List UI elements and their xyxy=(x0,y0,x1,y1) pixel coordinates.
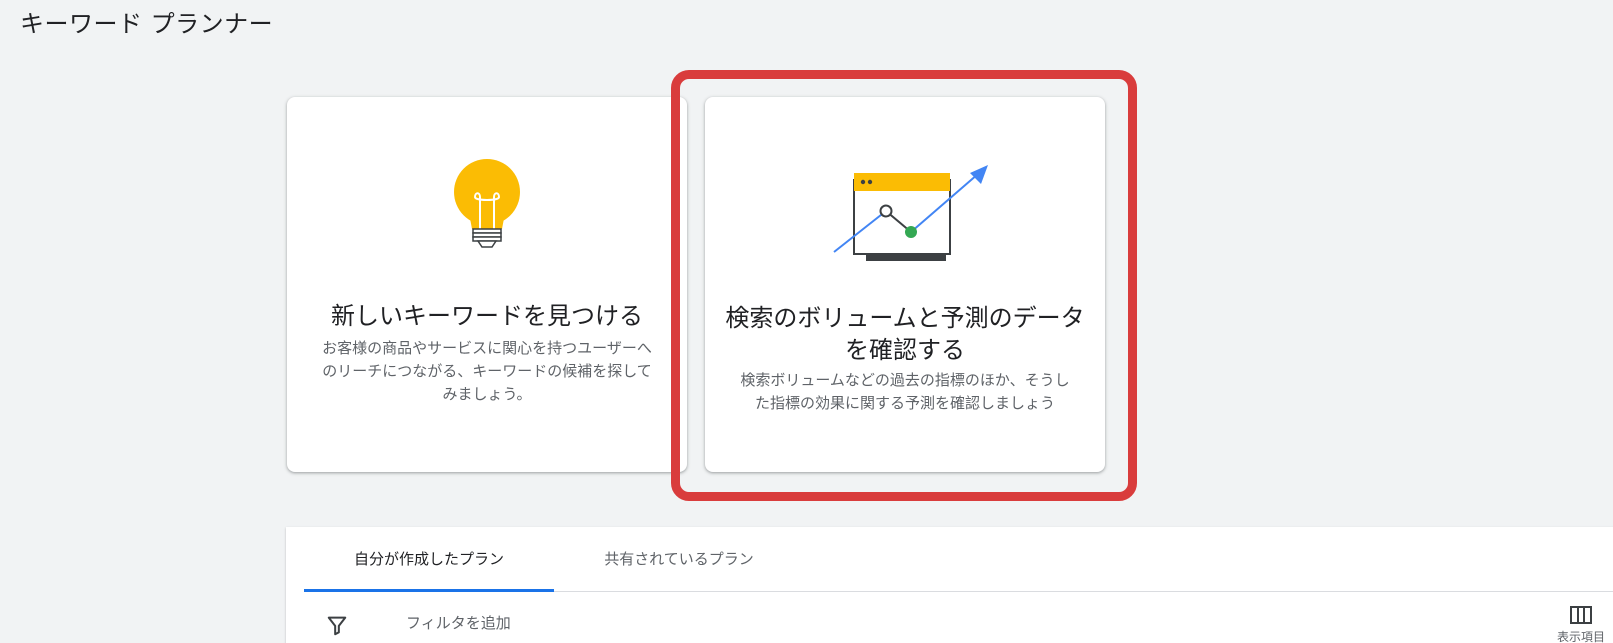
tab-my-plans[interactable]: 自分が作成したプラン xyxy=(304,527,554,592)
discover-keywords-heading: 新しいキーワードを見つける xyxy=(331,302,643,330)
discover-keywords-card[interactable]: 新しいキーワードを見つける お客様の商品やサービスに関心を持つユーザーへのリーチ… xyxy=(287,97,687,472)
columns-label: 表示項目 xyxy=(1556,630,1605,643)
plans-panel: 自分が作成したプラン 共有されているプラン フィルタを追加 表示項目 xyxy=(286,527,1613,643)
add-filter-button[interactable]: フィルタを追加 xyxy=(406,612,511,633)
filter-row: フィルタを追加 表示項目 xyxy=(286,592,1613,643)
keyword-planner-page: キーワード プランナー 新しいキーワードを見つける お客様の商品やサービスに関心… xyxy=(0,0,1613,643)
search-volume-forecast-heading: 検索のボリュームと予測のデータを確認する xyxy=(725,304,1085,364)
columns-icon xyxy=(1570,606,1592,624)
tab-shared-plans[interactable]: 共有されているプラン xyxy=(554,527,804,591)
discover-keywords-description: お客様の商品やサービスに関心を持つユーザーへのリーチにつながる、キーワードの候補… xyxy=(322,339,652,403)
lightbulb-icon xyxy=(447,155,527,263)
page-title: キーワード プランナー xyxy=(20,10,274,38)
plans-tabs: 自分が作成したプラン 共有されているプラン xyxy=(304,527,1613,592)
search-volume-forecast-card[interactable]: 検索のボリュームと予測のデータを確認する 検索ボリュームなどの過去の指標のほか、… xyxy=(705,97,1105,472)
trend-chart-icon xyxy=(820,162,990,266)
search-volume-forecast-description: 検索ボリュームなどの過去の指標のほか、そうした指標の効果に関する予測を確認しまし… xyxy=(740,371,1070,412)
filter-icon[interactable] xyxy=(326,614,348,636)
columns-button[interactable]: 表示項目 xyxy=(1551,606,1611,643)
